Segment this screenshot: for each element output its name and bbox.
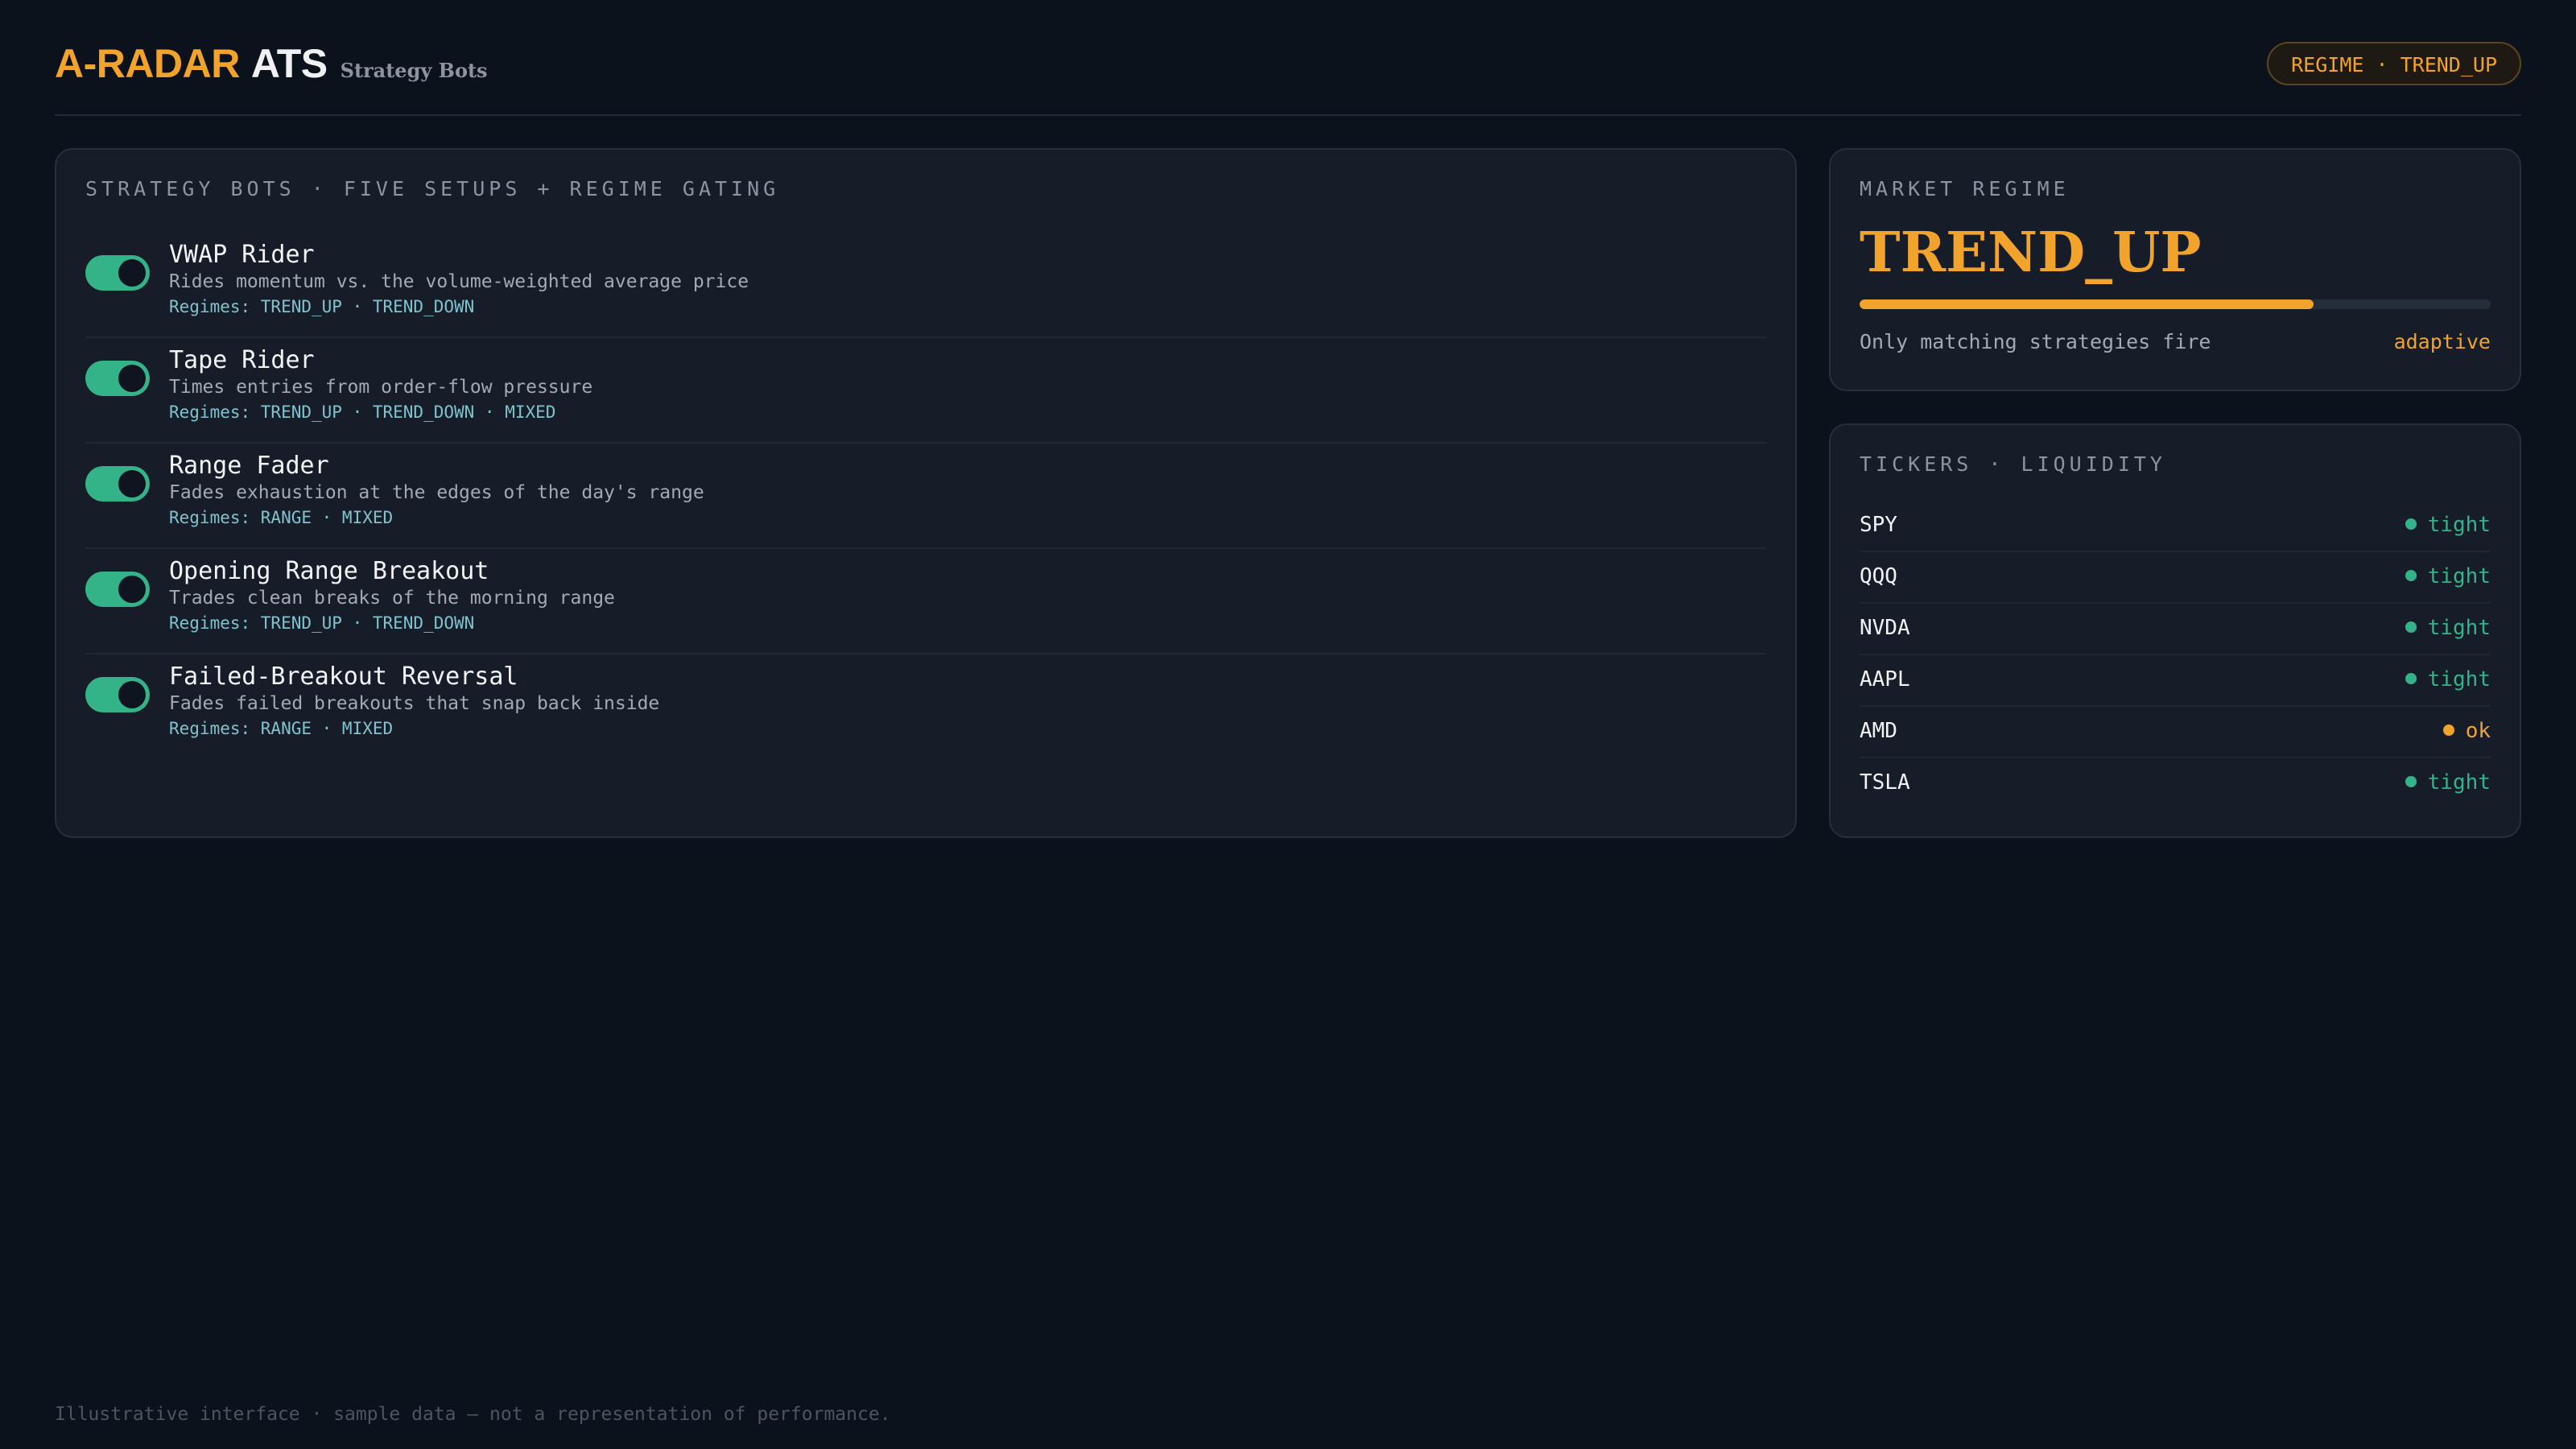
liquidity-status: tight — [2405, 602, 2491, 654]
ticker-row: QQQ tight — [1860, 551, 2491, 604]
tickers-liquidity-panel: TICKERS · LIQUIDITY SPY tight QQQ tight … — [1829, 423, 2521, 838]
bot-name: Tape Rider — [169, 346, 315, 374]
brand-secondary: ATS — [250, 41, 328, 86]
regime-tag: adaptive — [2393, 330, 2491, 353]
bot-description: Rides momentum vs. the volume-weighted a… — [169, 271, 749, 292]
ticker-symbol: AAPL — [1860, 667, 1910, 691]
bot-toggle[interactable] — [85, 361, 150, 396]
toggle-knob — [118, 681, 146, 708]
status-dot-icon — [2405, 518, 2417, 530]
liquidity-status-label: ok — [2465, 719, 2491, 743]
bot-description: Fades exhaustion at the edges of the day… — [169, 482, 704, 503]
bot-description: Fades failed breakouts that snap back in… — [169, 693, 660, 714]
disclaimer-footer: Illustrative interface · sample data — n… — [55, 1404, 891, 1425]
brand-primary: A-RADAR — [55, 41, 240, 86]
bot-name: VWAP Rider — [169, 241, 315, 269]
bot-regimes: Regimes: RANGE · MIXED — [169, 719, 394, 738]
bot-row: Range Fader Fades exhaustion at the edge… — [85, 442, 1766, 549]
status-dot-icon — [2405, 621, 2417, 633]
status-dot-icon — [2405, 775, 2417, 787]
regime-status-badge: REGIME · TREND_UP — [2267, 42, 2521, 85]
toggle-knob — [118, 365, 146, 392]
liquidity-status: tight — [2405, 757, 2491, 808]
ticker-symbol: NVDA — [1860, 616, 1910, 640]
ticker-row: NVDA tight — [1860, 602, 2491, 655]
status-dot-icon — [2405, 672, 2417, 684]
regime-confidence-fill — [1860, 299, 2314, 309]
market-regime-panel: MARKET REGIME TREND_UP Only matching str… — [1829, 148, 2521, 391]
bot-name: Failed-Breakout Reversal — [169, 663, 518, 691]
liquidity-status: tight — [2405, 654, 2491, 705]
liquidity-status-label: tight — [2427, 564, 2491, 588]
app-header: A-RADAR ATS Strategy Bots REGIME · TREND… — [55, 40, 2521, 116]
brand: A-RADAR ATS Strategy Bots — [55, 40, 488, 92]
regime-note: Only matching strategies fire — [1860, 330, 2211, 353]
status-dot-icon — [2405, 569, 2417, 581]
liquidity-status-label: tight — [2427, 513, 2491, 537]
strategy-bots-title: STRATEGY BOTS · FIVE SETUPS + REGIME GAT… — [85, 177, 780, 200]
liquidity-status: tight — [2405, 499, 2491, 551]
bot-row: Tape Rider Times entries from order-flow… — [85, 336, 1766, 444]
bot-toggle[interactable] — [85, 255, 150, 291]
ticker-symbol: QQQ — [1860, 564, 1897, 588]
bot-regimes: Regimes: TREND_UP · TREND_DOWN — [169, 297, 475, 316]
bot-row: Opening Range Breakout Trades clean brea… — [85, 547, 1766, 654]
bot-row: VWAP Rider Rides momentum vs. the volume… — [85, 231, 1766, 338]
ticker-row: AAPL tight — [1860, 654, 2491, 707]
tickers-title: TICKERS · LIQUIDITY — [1860, 452, 2166, 476]
bot-name: Opening Range Breakout — [169, 557, 489, 585]
status-dot-icon — [2442, 724, 2454, 736]
bot-regimes: Regimes: RANGE · MIXED — [169, 508, 394, 527]
bot-toggle[interactable] — [85, 572, 150, 607]
regime-value: TREND_UP — [1860, 221, 2202, 285]
page-subtitle: Strategy Bots — [340, 59, 488, 82]
bot-toggle[interactable] — [85, 677, 150, 712]
ticker-symbol: AMD — [1860, 719, 1897, 743]
bot-regimes: Regimes: TREND_UP · TREND_DOWN · MIXED — [169, 402, 556, 422]
bot-description: Times entries from order-flow pressure — [169, 377, 593, 398]
liquidity-status-label: tight — [2427, 667, 2491, 691]
ticker-symbol: TSLA — [1860, 770, 1910, 795]
toggle-knob — [118, 259, 146, 287]
bot-name: Range Fader — [169, 452, 329, 480]
market-regime-title: MARKET REGIME — [1860, 177, 2070, 200]
liquidity-status: tight — [2405, 551, 2491, 602]
toggle-knob — [118, 470, 146, 497]
liquidity-status: ok — [2442, 705, 2491, 757]
liquidity-status-label: tight — [2427, 770, 2491, 795]
bot-description: Trades clean breaks of the morning range — [169, 588, 615, 609]
toggle-knob — [118, 576, 146, 603]
bot-row: Failed-Breakout Reversal Fades failed br… — [85, 653, 1766, 758]
ticker-symbol: SPY — [1860, 513, 1897, 537]
bot-toggle[interactable] — [85, 466, 150, 502]
ticker-row: SPY tight — [1860, 499, 2491, 552]
bot-regimes: Regimes: TREND_UP · TREND_DOWN — [169, 613, 475, 633]
strategy-bots-panel: STRATEGY BOTS · FIVE SETUPS + REGIME GAT… — [55, 148, 1797, 838]
regime-confidence-bar — [1860, 299, 2491, 309]
liquidity-status-label: tight — [2427, 616, 2491, 640]
ticker-row: TSLA tight — [1860, 757, 2491, 808]
ticker-row: AMD ok — [1860, 705, 2491, 758]
